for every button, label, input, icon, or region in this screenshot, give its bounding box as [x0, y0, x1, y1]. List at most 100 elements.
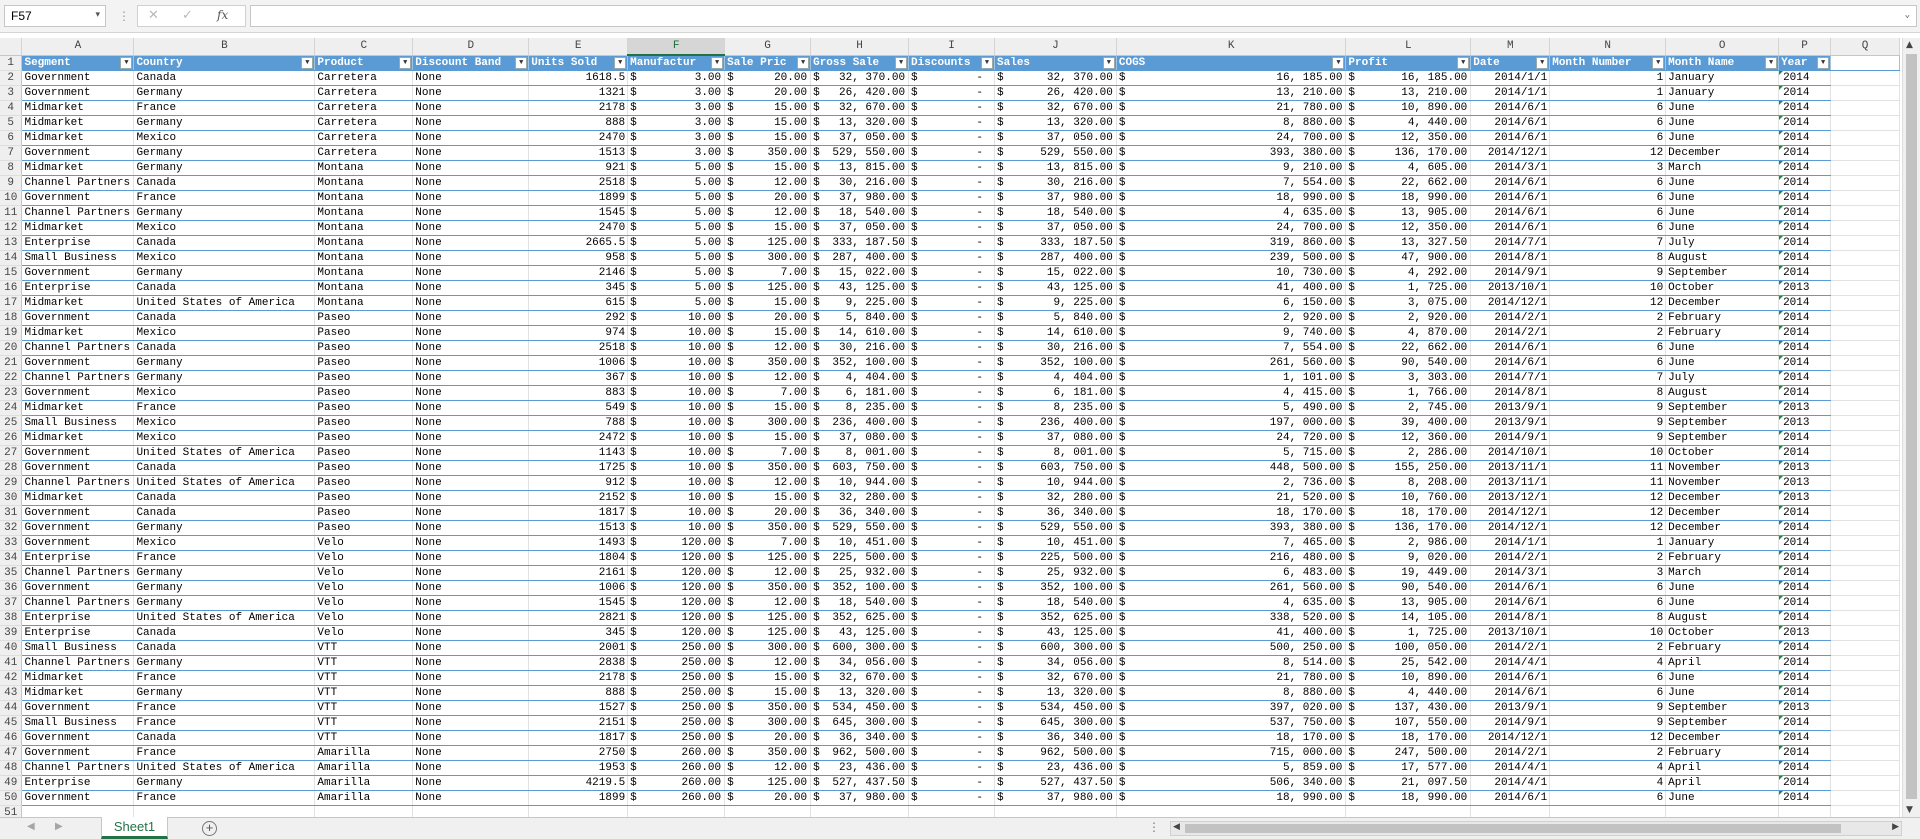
cell[interactable]: Government	[21, 85, 135, 101]
cell[interactable]: $ -	[908, 385, 996, 401]
cell[interactable]: None	[412, 415, 530, 431]
cell[interactable]: August	[1665, 610, 1780, 626]
cell[interactable]: 6	[1549, 175, 1667, 191]
cell[interactable]: 2014/6/1	[1470, 175, 1551, 191]
cell[interactable]: $120.00	[627, 565, 726, 581]
cell[interactable]: $529, 550.00	[810, 145, 910, 161]
cell[interactable]: 2001	[528, 640, 629, 656]
cell[interactable]: $600, 300.00	[994, 640, 1117, 656]
cell[interactable]	[1830, 445, 1900, 461]
cell[interactable]: $600, 300.00	[810, 640, 910, 656]
cell[interactable]: 2014/6/1	[1470, 580, 1551, 596]
cell[interactable]: Midmarket	[21, 400, 135, 416]
cell[interactable]: $7.00	[724, 445, 812, 461]
cell[interactable]: Paseo	[314, 310, 414, 326]
row-header[interactable]: 8	[0, 160, 23, 176]
cell[interactable]: $19, 449.00	[1345, 565, 1472, 581]
cell[interactable]: 1	[1549, 535, 1667, 551]
cell[interactable]: Montana	[314, 265, 414, 281]
column-header-g[interactable]: G	[724, 38, 812, 56]
cell[interactable]: 2	[1549, 640, 1667, 656]
filter-dropdown-icon[interactable]: ▼	[399, 56, 412, 69]
header-cell[interactable]: Country ▼	[133, 55, 316, 71]
cell[interactable]: $ -	[908, 250, 996, 266]
cell[interactable]: $137, 430.00	[1345, 700, 1472, 716]
cell[interactable]: $1, 725.00	[1345, 625, 1472, 641]
cell[interactable]: $17, 577.00	[1345, 760, 1472, 776]
cell[interactable]: 2518	[528, 175, 629, 191]
cell[interactable]: Velo	[314, 535, 414, 551]
cell[interactable]: 2014/3/1	[1470, 565, 1551, 581]
column-header-l[interactable]: L	[1345, 38, 1472, 56]
cell[interactable]	[1830, 130, 1900, 146]
cell[interactable]: $ -	[908, 535, 996, 551]
cell[interactable]: Small Business	[21, 415, 135, 431]
cell[interactable]: 8	[1549, 610, 1667, 626]
cell[interactable]: 6	[1549, 355, 1667, 371]
cell[interactable]: 888	[528, 115, 629, 131]
cell[interactable]: 2013	[1778, 460, 1832, 476]
column-header-k[interactable]: K	[1116, 38, 1347, 56]
cell[interactable]: $225, 500.00	[810, 550, 910, 566]
row-header[interactable]: 44	[0, 700, 23, 716]
cell[interactable]: $20.00	[724, 85, 812, 101]
cell[interactable]: $18, 170.00	[1345, 505, 1472, 521]
cell[interactable]: $90, 540.00	[1345, 580, 1472, 596]
row-header[interactable]: 26	[0, 430, 23, 446]
cell[interactable]: $136, 170.00	[1345, 145, 1472, 161]
cell[interactable]: Mexico	[133, 415, 316, 431]
cell[interactable]: 2014/6/1	[1470, 190, 1551, 206]
cell[interactable]	[1830, 715, 1900, 731]
cell[interactable]	[1830, 730, 1900, 746]
cell[interactable]: $10, 944.00	[994, 475, 1117, 491]
cell[interactable]	[724, 805, 812, 817]
cell[interactable]: September	[1665, 430, 1780, 446]
cell[interactable]	[412, 805, 530, 817]
cell[interactable]: $225, 500.00	[994, 550, 1117, 566]
cell[interactable]: 2014/4/1	[1470, 655, 1551, 671]
cell[interactable]: February	[1665, 640, 1780, 656]
cell[interactable]: Government	[21, 535, 135, 551]
cell[interactable]: $300.00	[724, 715, 812, 731]
cell[interactable]: $15.00	[724, 220, 812, 236]
cell[interactable]: $260.00	[627, 760, 726, 776]
cell[interactable]	[1778, 805, 1832, 817]
cell[interactable]: None	[412, 295, 530, 311]
vertical-scrollbar[interactable]: ▲ ▼	[1902, 38, 1920, 817]
cell[interactable]: None	[412, 520, 530, 536]
cell[interactable]: $287, 400.00	[810, 250, 910, 266]
cell[interactable]: None	[412, 115, 530, 131]
cell[interactable]: $5.00	[627, 250, 726, 266]
cell[interactable]: None	[412, 445, 530, 461]
cell[interactable]: 4	[1549, 775, 1667, 791]
cell[interactable]: 1804	[528, 550, 629, 566]
cell[interactable]: $15.00	[724, 325, 812, 341]
cell[interactable]: 2014/6/1	[1470, 685, 1551, 701]
chevron-down-icon[interactable]: ▾	[95, 9, 100, 20]
row-header[interactable]: 11	[0, 205, 23, 221]
cell[interactable]: 2014/8/1	[1470, 610, 1551, 626]
cell[interactable]: $397, 020.00	[1116, 700, 1347, 716]
cell[interactable]: $ -	[908, 640, 996, 656]
cell[interactable]: 2014/6/1	[1470, 130, 1551, 146]
cell[interactable]: $5, 840.00	[994, 310, 1117, 326]
cell[interactable]: $529, 550.00	[994, 145, 1117, 161]
cell[interactable]: United States of America	[133, 295, 316, 311]
row-header[interactable]: 39	[0, 625, 23, 641]
cell[interactable]: $37, 080.00	[810, 430, 910, 446]
cell[interactable]: December	[1665, 520, 1780, 536]
cell[interactable]: 2014/1/1	[1470, 535, 1551, 551]
cell[interactable]: Amarilla	[314, 745, 414, 761]
cell[interactable]: $3, 075.00	[1345, 295, 1472, 311]
cell[interactable]: $529, 550.00	[994, 520, 1117, 536]
row-header[interactable]: 49	[0, 775, 23, 791]
cell[interactable]: $14, 610.00	[810, 325, 910, 341]
cell[interactable]: Paseo	[314, 460, 414, 476]
cell[interactable]: 2014/7/1	[1470, 370, 1551, 386]
cell[interactable]: None	[412, 580, 530, 596]
cell[interactable]: $ -	[908, 790, 996, 806]
cell[interactable]: 2014	[1778, 595, 1832, 611]
cell[interactable]: $ -	[908, 730, 996, 746]
cell[interactable]	[1830, 625, 1900, 641]
cell[interactable]: 9	[1549, 430, 1667, 446]
